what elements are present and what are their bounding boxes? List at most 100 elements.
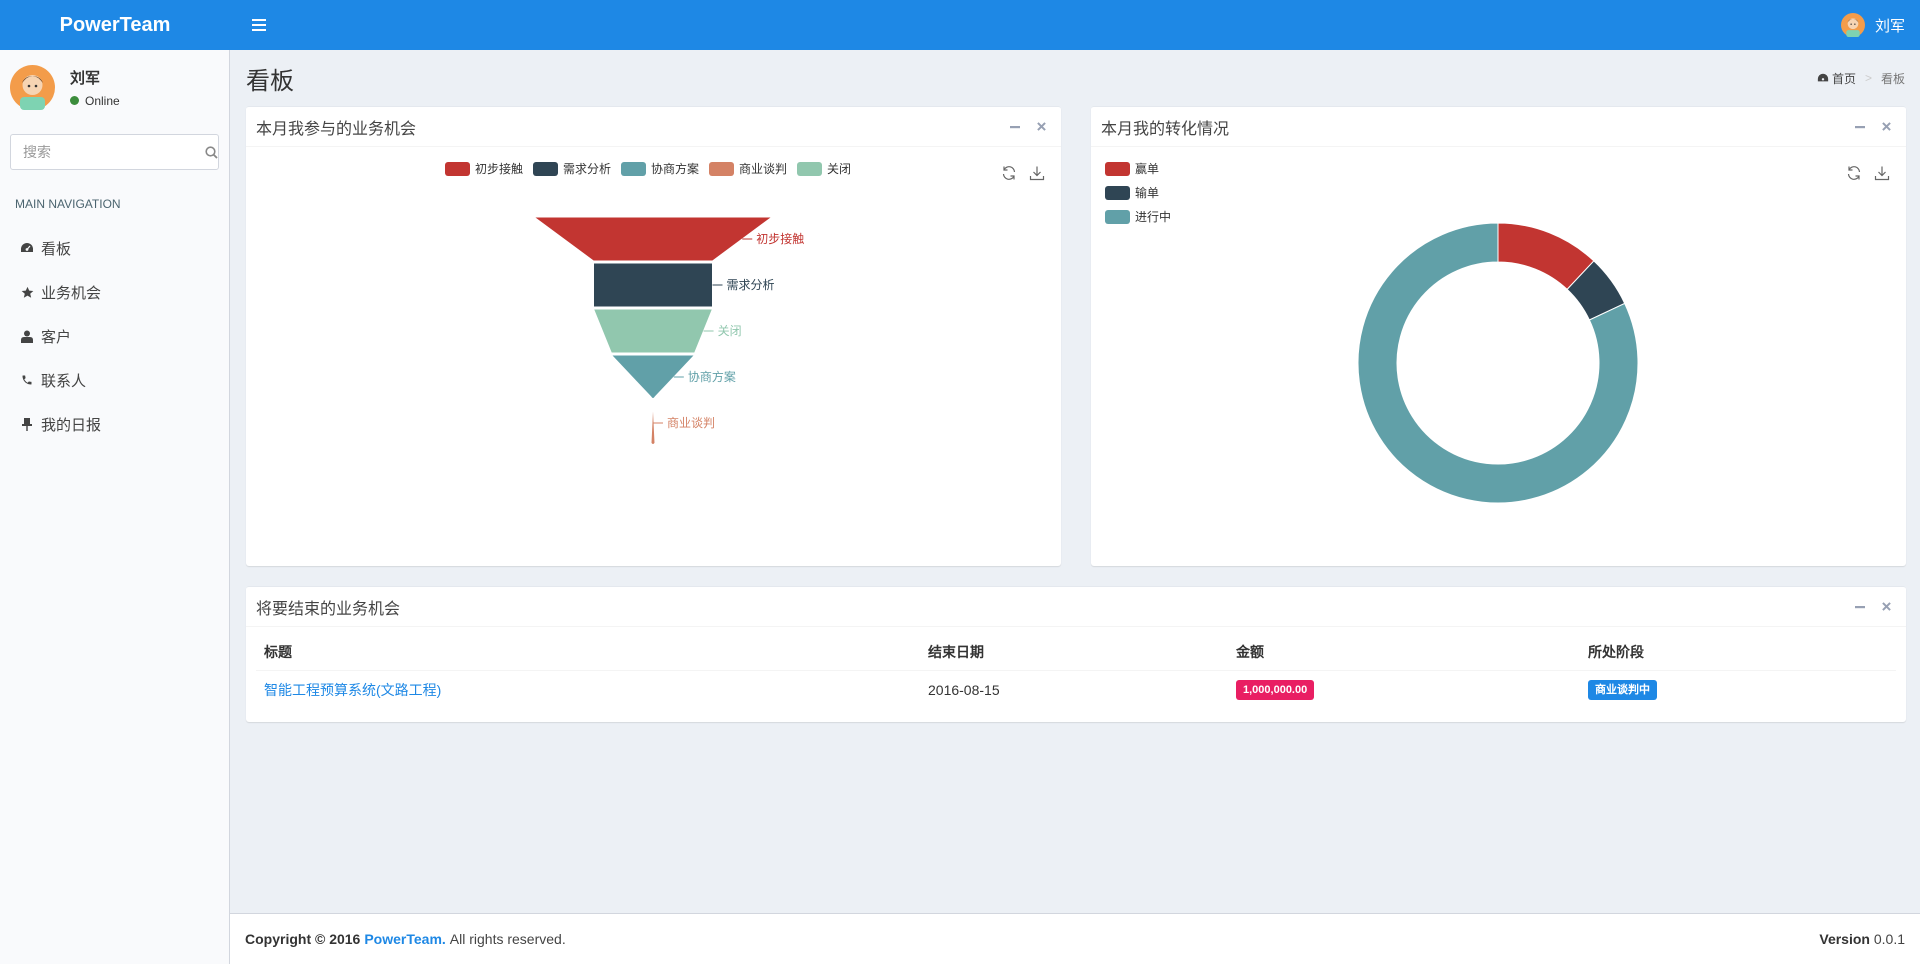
col-header-date: 结束日期: [920, 627, 1228, 671]
star-icon: [20, 285, 34, 299]
search-input[interactable]: [11, 135, 204, 169]
sidebar-item-label: 业务机会: [41, 284, 102, 302]
footer-brand-link[interactable]: PowerTeam.: [364, 931, 445, 947]
close-icon: [1881, 602, 1891, 611]
version-number: 0.0.1: [1873, 931, 1905, 947]
box-header: 本月我参与的业务机会: [246, 107, 1061, 147]
sidebar: 刘军 Online MAIN NAVIGATION 看板 业务机会 客户 联系人: [0, 50, 230, 964]
legend-swatch: [1105, 186, 1130, 200]
stage-badge: 商业谈判中: [1588, 680, 1657, 701]
logo[interactable]: PowerTeam: [0, 0, 230, 50]
footer-version: Version 0.0.1: [1819, 931, 1905, 947]
donut-chart: 赢单输单进行中: [1105, 161, 1639, 504]
top-header: PowerTeam 刘军: [0, 0, 1920, 50]
donut-box: 本月我的转化情况 赢单输单进行中: [1091, 106, 1906, 566]
sidebar-item-label: 我的日报: [41, 416, 102, 434]
opportunities-table: 标题 结束日期 金额 所处阶段 智能工程预算系统(文路工程) 2016-08-1…: [256, 627, 1896, 710]
box-title: 本月我参与的业务机会: [256, 120, 417, 138]
opportunity-link[interactable]: 智能工程预算系统(文路工程): [264, 682, 441, 698]
breadcrumb-home-label: 首页: [1831, 71, 1856, 86]
sidebar-item-dashboard[interactable]: 看板: [0, 226, 229, 270]
sidebar-item-customers[interactable]: 客户: [0, 314, 229, 358]
amount-badge: 1,000,000.00: [1236, 680, 1315, 701]
sidebar-user-name: 刘军: [70, 69, 101, 87]
sidebar-item-opportunities[interactable]: 业务机会: [0, 270, 229, 314]
header-user-name: 刘军: [1874, 17, 1905, 35]
main-nav: 看板 业务机会 客户 联系人 我的日报: [0, 226, 229, 446]
close-icon: [1036, 122, 1046, 131]
funnel-label: 商业谈判: [667, 415, 715, 430]
version-label: Version: [1819, 931, 1870, 947]
remove-button[interactable]: [1876, 117, 1896, 137]
minus-icon: [1855, 605, 1865, 608]
box-tools: [1844, 597, 1896, 617]
funnel-box: 本月我参与的业务机会 初步接触 需求分析 协商方案 商业谈判 关闭 初步接触 需求分析 关闭协…: [246, 106, 1061, 566]
sidebar-item-label: 看板: [41, 240, 72, 258]
box-title: 将要结束的业务机会: [256, 600, 401, 618]
legend-label: 初步接触: [475, 161, 523, 176]
sidebar-item-daily-report[interactable]: 我的日报: [0, 402, 229, 446]
header-user-menu[interactable]: 刘军: [1840, 13, 1905, 37]
col-header-amount: 金额: [1228, 627, 1580, 671]
menu-toggle-button[interactable]: [244, 10, 274, 40]
content-header: 看板 首页 > 看板: [246, 60, 1905, 96]
funnel-chart: 初步接触 需求分析 协商方案 商业谈判 关闭初步接触需求分析关闭协商方案商业谈判: [445, 161, 851, 445]
collapse-button[interactable]: [1005, 117, 1025, 137]
close-icon: [1881, 122, 1891, 131]
legend-swatch: [533, 162, 558, 176]
col-header-title: 标题: [256, 627, 920, 671]
box-tools: [999, 117, 1051, 137]
legend-swatch: [621, 162, 646, 176]
sidebar-item-contacts[interactable]: 联系人: [0, 358, 229, 402]
breadcrumb: 首页 > 看板: [1817, 70, 1905, 87]
funnel-label: 初步接触: [756, 231, 804, 246]
dashboard-icon: [20, 241, 34, 255]
expiring-opportunities-box: 将要结束的业务机会 标题 结束日期 金额 所处阶段 智能工程预算系统(文路工程)…: [246, 586, 1906, 722]
legend-label: 进行中: [1135, 209, 1171, 224]
cell-stage: 商业谈判中: [1580, 670, 1896, 710]
phone-icon: [20, 373, 34, 387]
online-dot-icon: [70, 96, 79, 105]
online-status: Online: [70, 94, 120, 108]
legend-label: 需求分析: [563, 162, 611, 176]
box-title: 本月我的转化情况: [1101, 120, 1230, 138]
remove-button[interactable]: [1031, 117, 1051, 137]
minus-icon: [1010, 125, 1020, 128]
search-button[interactable]: [204, 135, 218, 169]
breadcrumb-current: 看板: [1880, 71, 1905, 86]
funnel-segment: [592, 308, 714, 354]
footer: Copyright © 2016 PowerTeam. All rights r…: [230, 913, 1920, 964]
sidebar-item-label: 客户: [41, 328, 72, 346]
breadcrumb-home[interactable]: 首页: [1817, 70, 1856, 87]
avatar-icon: [10, 64, 55, 110]
box-header: 将要结束的业务机会: [246, 587, 1906, 627]
collapse-button[interactable]: [1850, 117, 1870, 137]
hamburger-icon: [252, 19, 266, 31]
footer-copyright: Copyright © 2016: [245, 931, 361, 947]
legend-label: 输单: [1135, 185, 1159, 200]
legend-swatch: [445, 162, 470, 176]
dashboard-icon: [1817, 73, 1829, 82]
nav-header: MAIN NAVIGATION: [15, 197, 121, 211]
legend-label: 关闭: [827, 162, 851, 176]
pin-icon: [20, 417, 34, 431]
sidebar-search: [10, 134, 219, 170]
funnel-label: 关闭: [718, 324, 742, 338]
funnel-segment: [593, 262, 713, 308]
cell-date: 2016-08-15: [928, 682, 1000, 699]
footer-rights: All rights reserved.: [449, 931, 566, 947]
collapse-button[interactable]: [1850, 597, 1870, 617]
remove-button[interactable]: [1876, 597, 1896, 617]
legend-swatch: [1105, 210, 1130, 224]
funnel-label: 需求分析: [727, 278, 775, 292]
page-title: 看板: [246, 67, 294, 95]
col-header-stage: 所处阶段: [1580, 627, 1896, 671]
avatar-icon: [1840, 13, 1865, 37]
legend-label: 协商方案: [651, 161, 699, 176]
table-header-row: 标题 结束日期 金额 所处阶段: [256, 627, 1896, 671]
search-icon: [204, 145, 218, 159]
legend-swatch: [1105, 162, 1130, 176]
legend-label: 赢单: [1135, 161, 1159, 176]
funnel-segment: [532, 216, 774, 262]
minus-icon: [1855, 125, 1865, 128]
